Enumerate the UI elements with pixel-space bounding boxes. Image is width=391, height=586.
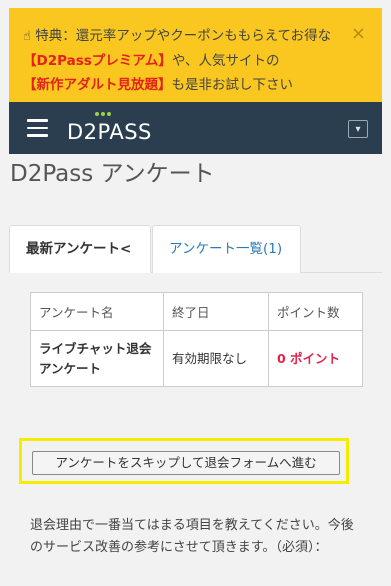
promo-banner: ☝ 特典：還元率アップやクーポンももらえてお得な【D2Passプレミアム】や、人… (9, 8, 382, 102)
navbar: D2PASS ▾ (9, 102, 382, 154)
d2pass-logo[interactable]: D2PASS (67, 112, 152, 144)
skip-highlight-box: アンケートをスキップして退会フォームへ進む (19, 438, 349, 484)
chevron-down-icon[interactable]: ▾ (348, 120, 368, 138)
survey-name-cell[interactable]: ライブチャット退会アンケート (30, 330, 164, 387)
table-row[interactable]: ライブチャット退会アンケート 有効期限なし 0 ポイント (30, 330, 363, 387)
logo-dots (95, 112, 111, 116)
banner-text-3: も是非お試し下さい (171, 77, 294, 93)
logo-text: D2PASS (67, 120, 152, 144)
column-header-name: アンケート名 (30, 292, 164, 331)
hamburger-menu-icon[interactable] (27, 119, 48, 137)
tab-survey-list[interactable]: アンケート一覧(1) (152, 225, 301, 273)
banner-text-1: 特典：還元率アップやクーポンももらえてお得な (35, 28, 332, 44)
points-cell: 0 ポイント (268, 330, 363, 387)
skip-survey-button[interactable]: アンケートをスキップして退会フォームへ進む (32, 451, 340, 475)
banner-text-2: や、人気サイトの (171, 53, 280, 69)
close-icon[interactable]: × (351, 22, 366, 46)
end-date-cell: 有効期限なし (163, 330, 269, 387)
column-header-end-date: 終了日 (163, 292, 269, 331)
withdrawal-reason-prompt: 退会理由で一番当てはまる項目を教えてください。今後のサービス改善の参考にさせて頂… (30, 518, 354, 555)
column-header-points: ポイント数 (268, 292, 363, 331)
tab-latest-survey[interactable]: 最新アンケート< (9, 225, 151, 273)
adult-link[interactable]: 【新作アダルト見放題】 (23, 77, 172, 93)
premium-link[interactable]: 【D2Passプレミアム】 (23, 53, 172, 69)
table-header-row: アンケート名 終了日 ポイント数 (30, 292, 363, 331)
page-title: D2Pass アンケート (10, 161, 215, 187)
pointing-hand-icon: ☝ (23, 29, 31, 44)
survey-tabs: 最新アンケート< アンケート一覧(1) (9, 225, 382, 273)
survey-table: アンケート名 終了日 ポイント数 ライブチャット退会アンケート 有効期限なし 0… (30, 292, 363, 387)
